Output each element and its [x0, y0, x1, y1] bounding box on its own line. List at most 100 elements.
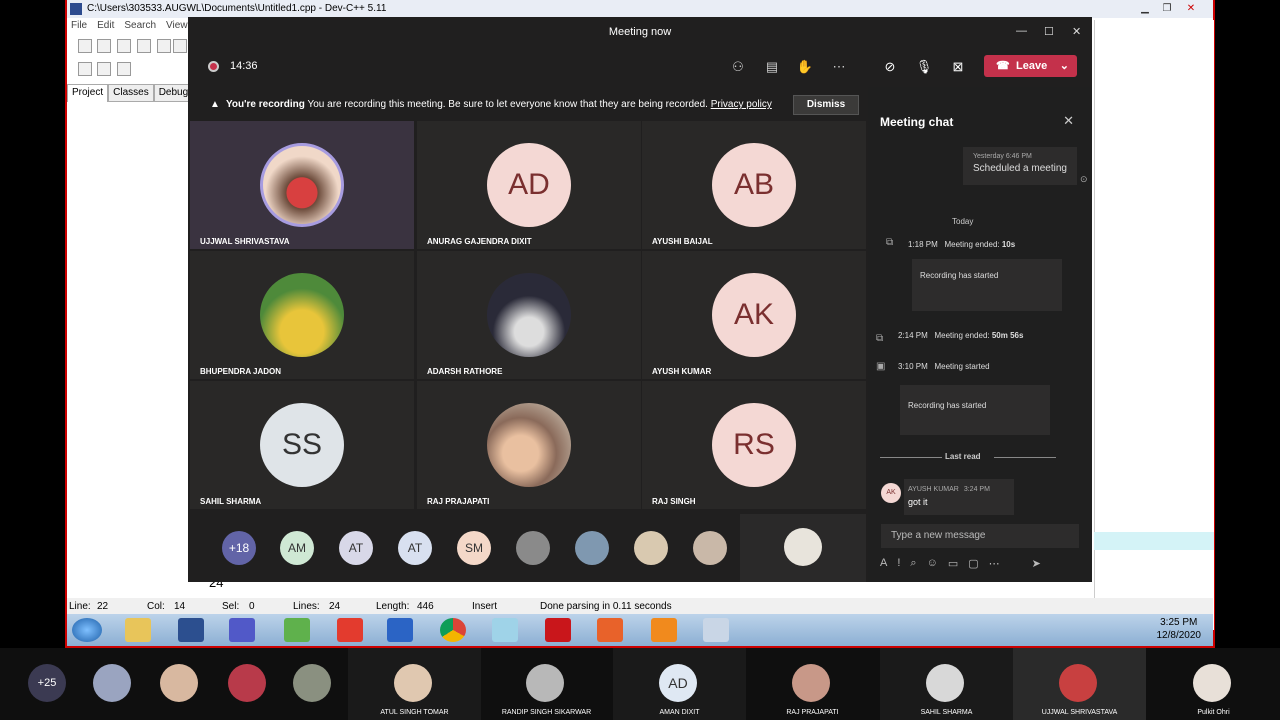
- gallery-tile[interactable]: [280, 648, 350, 720]
- more-participants[interactable]: +25: [0, 648, 90, 720]
- chevron-down-icon[interactable]: ⌄: [1060, 55, 1069, 77]
- close-icon[interactable]: ✕: [1183, 3, 1199, 15]
- notepad-icon[interactable]: [492, 618, 518, 642]
- mic-icon[interactable]: 🎙: [914, 57, 934, 77]
- devcpp-taskbar-icon[interactable]: [178, 618, 204, 642]
- more-actions-icon[interactable]: ⋯: [829, 57, 849, 77]
- goto-icon[interactable]: [97, 62, 111, 76]
- recording-card[interactable]: Recording has started: [912, 259, 1062, 311]
- participant-photo[interactable]: [516, 531, 550, 565]
- explorer-icon[interactable]: [125, 618, 151, 642]
- menu-search[interactable]: Search: [124, 18, 156, 34]
- event-time: 2:14 PM: [898, 331, 928, 340]
- acrobat-icon[interactable]: [545, 618, 571, 642]
- video-tile[interactable]: ADARSH RATHORE: [417, 251, 641, 379]
- raise-hand-icon[interactable]: ✋: [795, 57, 815, 77]
- status-parse: Done parsing in 0.11 seconds: [540, 601, 672, 612]
- menu-file[interactable]: File: [71, 18, 87, 34]
- overflow-count[interactable]: +18: [222, 531, 256, 565]
- restore-icon[interactable]: ❐: [1159, 3, 1175, 15]
- share-screen-icon[interactable]: ⊠: [948, 57, 968, 77]
- participant-strip: +18 AM AT AT SM: [188, 514, 866, 582]
- gallery-tile[interactable]: Pulkit Ohri: [1147, 648, 1280, 720]
- emoji-icon[interactable]: ☺: [927, 557, 938, 577]
- menu-view[interactable]: View: [166, 18, 188, 34]
- gallery-tile[interactable]: SAHIL SHARMA: [880, 648, 1013, 720]
- start-button-icon[interactable]: [72, 618, 102, 642]
- message-time: 3:24 PM: [963, 486, 990, 493]
- android-icon[interactable]: [284, 618, 310, 642]
- participant-avatar[interactable]: AM: [280, 531, 314, 565]
- video-tile[interactable]: UJJWAL SHRIVASTAVA: [190, 121, 414, 249]
- close-icon[interactable]: ✕: [1072, 25, 1081, 38]
- chrome-icon[interactable]: [440, 618, 466, 642]
- paint-icon[interactable]: [703, 618, 729, 642]
- recording-card[interactable]: Recording has started: [900, 385, 1050, 435]
- leave-button[interactable]: ☎ Leave ⌄: [984, 55, 1077, 77]
- tab-project[interactable]: Project: [67, 84, 109, 102]
- important-icon[interactable]: !: [897, 557, 900, 577]
- gallery-tile[interactable]: RAJ PRAJAPATI: [746, 648, 879, 720]
- video-tile[interactable]: AD ANURAG GAJENDRA DIXIT: [417, 121, 641, 249]
- new-file-icon[interactable]: [78, 39, 92, 53]
- video-tile[interactable]: AB AYUSHI BAIJAL: [642, 121, 866, 249]
- participant-photo[interactable]: [575, 531, 609, 565]
- screen-recorder-icon[interactable]: [597, 618, 623, 642]
- print-icon[interactable]: [173, 39, 187, 53]
- participant-photo: [293, 664, 331, 702]
- more-options-icon[interactable]: ⋯: [989, 557, 1000, 577]
- teams-taskbar-icon[interactable]: [229, 618, 255, 642]
- clock-date[interactable]: 12/8/2020: [1157, 629, 1202, 642]
- attach-icon[interactable]: ⌕: [910, 557, 916, 577]
- tab-classes[interactable]: Classes: [108, 84, 154, 102]
- participant-photo[interactable]: [693, 531, 727, 565]
- message-input[interactable]: Type a new message: [881, 524, 1079, 548]
- menu-edit[interactable]: Edit: [97, 18, 114, 34]
- format-icon[interactable]: A: [880, 557, 887, 577]
- video-tile[interactable]: RS RAJ SINGH: [642, 381, 866, 509]
- send-icon[interactable]: ➤: [1032, 557, 1041, 577]
- gallery-tile[interactable]: UJJWAL SHRIVASTAVA: [1013, 648, 1146, 720]
- gallery-tile[interactable]: ATUL SINGH TOMAR: [348, 648, 481, 720]
- participant-avatar[interactable]: AT: [398, 531, 432, 565]
- minimize-icon[interactable]: ▁: [1137, 3, 1153, 15]
- indent-icon[interactable]: [78, 62, 92, 76]
- maximize-icon[interactable]: ☐: [1044, 25, 1054, 38]
- word-icon[interactable]: [387, 618, 413, 642]
- minimize-icon[interactable]: —: [1016, 25, 1027, 37]
- participant-name: SAHIL SHARMA: [200, 497, 262, 506]
- video-tile[interactable]: SS SAHIL SHARMA: [190, 381, 414, 509]
- bookmark-icon[interactable]: [117, 62, 131, 76]
- close-chat-icon[interactable]: ✕: [1063, 113, 1074, 129]
- camera-off-icon[interactable]: ⊘: [880, 57, 900, 77]
- gallery-tile[interactable]: [134, 648, 224, 720]
- gallery-tile[interactable]: AD AMAN DIXIT: [613, 648, 746, 720]
- participant-avatar[interactable]: AT: [339, 531, 373, 565]
- save-all-icon[interactable]: [137, 39, 151, 53]
- close-file-icon[interactable]: [157, 39, 171, 53]
- participant-avatar[interactable]: SM: [457, 531, 491, 565]
- meeting-title: Meeting now: [608, 26, 672, 38]
- clock-time[interactable]: 3:25 PM: [1157, 616, 1202, 629]
- gallery-tile[interactable]: [212, 648, 282, 720]
- devcpp-titlebar: C:\Users\303533.AUGWL\Documents\Untitled…: [67, 0, 1213, 18]
- video-tile[interactable]: AK AYUSH KUMAR: [642, 251, 866, 379]
- chat-icon[interactable]: ▤: [762, 57, 782, 77]
- gif-icon[interactable]: ▭: [948, 557, 958, 577]
- participant-photo[interactable]: [634, 531, 668, 565]
- event-duration: 10s: [1001, 240, 1016, 249]
- participants-icon[interactable]: ⚇: [728, 57, 748, 77]
- vlc-icon[interactable]: [651, 618, 677, 642]
- phone-hangup-icon: ☎: [996, 60, 1010, 72]
- participant-initials: AB: [712, 143, 796, 227]
- video-tile[interactable]: RAJ PRAJAPATI: [417, 381, 641, 509]
- gallery-tile[interactable]: RANDIP SINGH SIKARWAR: [480, 648, 613, 720]
- privacy-policy-link[interactable]: Privacy policy: [711, 99, 772, 110]
- anydesk-icon[interactable]: [337, 618, 363, 642]
- dismiss-button[interactable]: Dismiss: [793, 95, 859, 115]
- sticker-icon[interactable]: ▢: [968, 557, 978, 577]
- open-icon[interactable]: [97, 39, 111, 53]
- video-tile[interactable]: BHUPENDRA JADON: [190, 251, 414, 379]
- save-icon[interactable]: [117, 39, 131, 53]
- gallery-tile[interactable]: [90, 648, 134, 720]
